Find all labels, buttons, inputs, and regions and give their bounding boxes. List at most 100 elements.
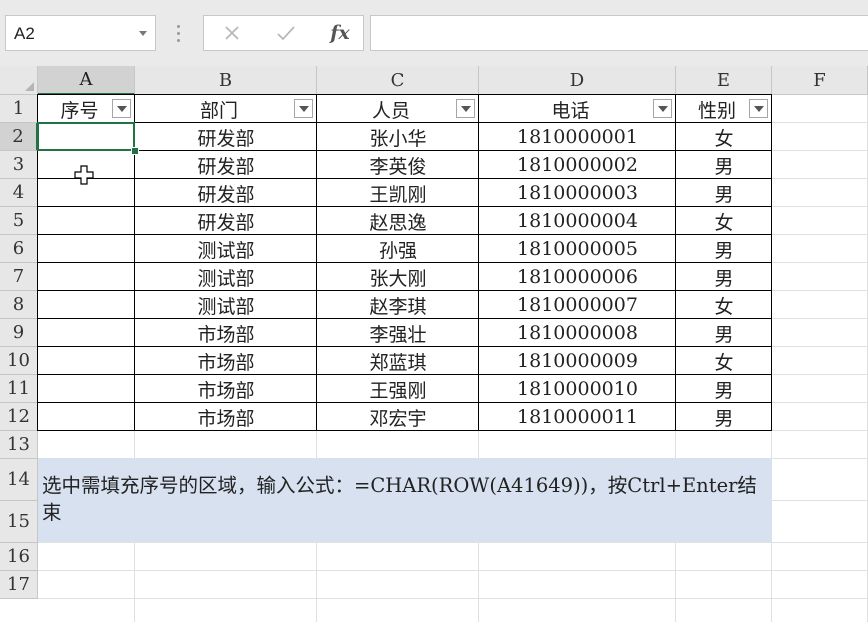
- table-cell[interactable]: 1810000006: [479, 263, 676, 291]
- table-cell[interactable]: 王强刚: [317, 375, 479, 403]
- table-cell[interactable]: 测试部: [135, 291, 317, 319]
- check-icon: [277, 26, 295, 41]
- column-header-f[interactable]: F: [772, 66, 868, 95]
- table-cell[interactable]: 1810000004: [479, 207, 676, 235]
- table-cell[interactable]: [38, 235, 135, 263]
- enter-button[interactable]: [266, 16, 306, 50]
- table-cell[interactable]: 李强壮: [317, 319, 479, 347]
- table-cell[interactable]: [38, 347, 135, 375]
- table-cell[interactable]: 市场部: [135, 375, 317, 403]
- table-cell[interactable]: 孙强: [317, 235, 479, 263]
- table-cell[interactable]: 王凯刚: [317, 179, 479, 207]
- insert-function-button[interactable]: fx: [320, 16, 360, 50]
- column-header-b[interactable]: B: [135, 66, 317, 95]
- row-header-1[interactable]: 1: [0, 95, 38, 123]
- table-border-h: [37, 122, 772, 123]
- table-cell[interactable]: 研发部: [135, 151, 317, 179]
- row-header-11[interactable]: 11: [0, 375, 38, 403]
- cancel-button[interactable]: [212, 16, 252, 50]
- table-cell[interactable]: 男: [676, 235, 772, 263]
- row-header-7[interactable]: 7: [0, 263, 38, 291]
- column-header-c[interactable]: C: [317, 66, 479, 95]
- header-cell[interactable]: 电话: [479, 95, 676, 123]
- row-header-10[interactable]: 10: [0, 347, 38, 375]
- table-cell[interactable]: 测试部: [135, 263, 317, 291]
- filter-dropdown-button[interactable]: [112, 99, 131, 118]
- row-header-17[interactable]: 17: [0, 571, 38, 599]
- filter-dropdown-button[interactable]: [294, 99, 313, 118]
- select-all-button[interactable]: [0, 66, 38, 95]
- fill-handle[interactable]: [131, 147, 139, 155]
- table-cell[interactable]: 郑蓝琪: [317, 347, 479, 375]
- filter-dropdown-button[interactable]: [653, 99, 672, 118]
- table-cell[interactable]: 李英俊: [317, 151, 479, 179]
- row-header-4[interactable]: 4: [0, 179, 38, 207]
- table-cell[interactable]: 1810000002: [479, 151, 676, 179]
- row-header-9[interactable]: 9: [0, 319, 38, 347]
- note-text: 选中需填充序号的区域，输入公式：=CHAR(ROW(A41649))，按Ctrl…: [42, 474, 757, 524]
- formula-input[interactable]: [370, 15, 868, 51]
- table-cell[interactable]: 女: [676, 207, 772, 235]
- row-header-13[interactable]: 13: [0, 431, 38, 459]
- row-header-8[interactable]: 8: [0, 291, 38, 319]
- table-cell[interactable]: 女: [676, 123, 772, 151]
- header-cell[interactable]: 人员: [317, 95, 479, 123]
- table-cell[interactable]: 研发部: [135, 123, 317, 151]
- table-cell[interactable]: 张大刚: [317, 263, 479, 291]
- filter-dropdown-button[interactable]: [749, 99, 768, 118]
- table-cell[interactable]: 赵李琪: [317, 291, 479, 319]
- cell-cursor-icon: [74, 165, 94, 185]
- filter-dropdown-button[interactable]: [456, 99, 475, 118]
- table-cell[interactable]: 1810000005: [479, 235, 676, 263]
- column-header-d[interactable]: D: [479, 66, 676, 95]
- grip-icon[interactable]: [176, 23, 182, 45]
- table-cell[interactable]: 张小华: [317, 123, 479, 151]
- row-header-2[interactable]: 2: [0, 123, 38, 151]
- table-cell[interactable]: 市场部: [135, 319, 317, 347]
- table-cell[interactable]: 女: [676, 291, 772, 319]
- table-cell[interactable]: 市场部: [135, 403, 317, 431]
- gridline-h: [38, 542, 868, 543]
- column-header-a[interactable]: A: [38, 66, 135, 95]
- note-merged-cell[interactable]: 选中需填充序号的区域，输入公式：=CHAR(ROW(A41649))，按Ctrl…: [38, 458, 772, 542]
- row-header-5[interactable]: 5: [0, 207, 38, 235]
- table-cell[interactable]: 1810000008: [479, 319, 676, 347]
- table-cell[interactable]: 测试部: [135, 235, 317, 263]
- column-header-e[interactable]: E: [676, 66, 772, 95]
- table-cell[interactable]: [38, 403, 135, 431]
- worksheet-grid[interactable]: ABCDEF 1 2 3 4 5 6 7 8 9 10 11 12 13 14 15 16 17 序号 部门 人员电…: [0, 66, 868, 622]
- chevron-down-icon[interactable]: [139, 31, 147, 36]
- table-cell[interactable]: 男: [676, 403, 772, 431]
- table-cell[interactable]: 1810000001: [479, 123, 676, 151]
- row-header-15[interactable]: 15: [0, 501, 38, 543]
- table-cell[interactable]: 赵思逸: [317, 207, 479, 235]
- row-header-14[interactable]: 14: [0, 459, 38, 501]
- table-cell[interactable]: 1810000009: [479, 347, 676, 375]
- table-cell[interactable]: [38, 207, 135, 235]
- table-cell[interactable]: 研发部: [135, 207, 317, 235]
- table-cell[interactable]: 1810000007: [479, 291, 676, 319]
- table-cell[interactable]: [38, 263, 135, 291]
- table-cell[interactable]: 研发部: [135, 179, 317, 207]
- table-cell[interactable]: 1810000003: [479, 179, 676, 207]
- table-cell[interactable]: 男: [676, 319, 772, 347]
- table-cell[interactable]: 邓宏宇: [317, 403, 479, 431]
- name-box[interactable]: A2: [5, 15, 156, 51]
- table-cell[interactable]: [38, 375, 135, 403]
- row-header-16[interactable]: 16: [0, 543, 38, 571]
- table-cell[interactable]: 男: [676, 375, 772, 403]
- table-cell[interactable]: 女: [676, 347, 772, 375]
- header-cell[interactable]: 部门: [135, 95, 317, 123]
- close-icon: [225, 26, 239, 40]
- table-cell[interactable]: 男: [676, 179, 772, 207]
- table-cell[interactable]: 男: [676, 151, 772, 179]
- table-cell[interactable]: 1810000010: [479, 375, 676, 403]
- row-header-6[interactable]: 6: [0, 235, 38, 263]
- table-cell[interactable]: 市场部: [135, 347, 317, 375]
- row-header-3[interactable]: 3: [0, 151, 38, 179]
- row-header-12[interactable]: 12: [0, 403, 38, 431]
- table-cell[interactable]: 男: [676, 263, 772, 291]
- table-cell[interactable]: [38, 291, 135, 319]
- table-cell[interactable]: [38, 319, 135, 347]
- table-cell[interactable]: 1810000011: [479, 403, 676, 431]
